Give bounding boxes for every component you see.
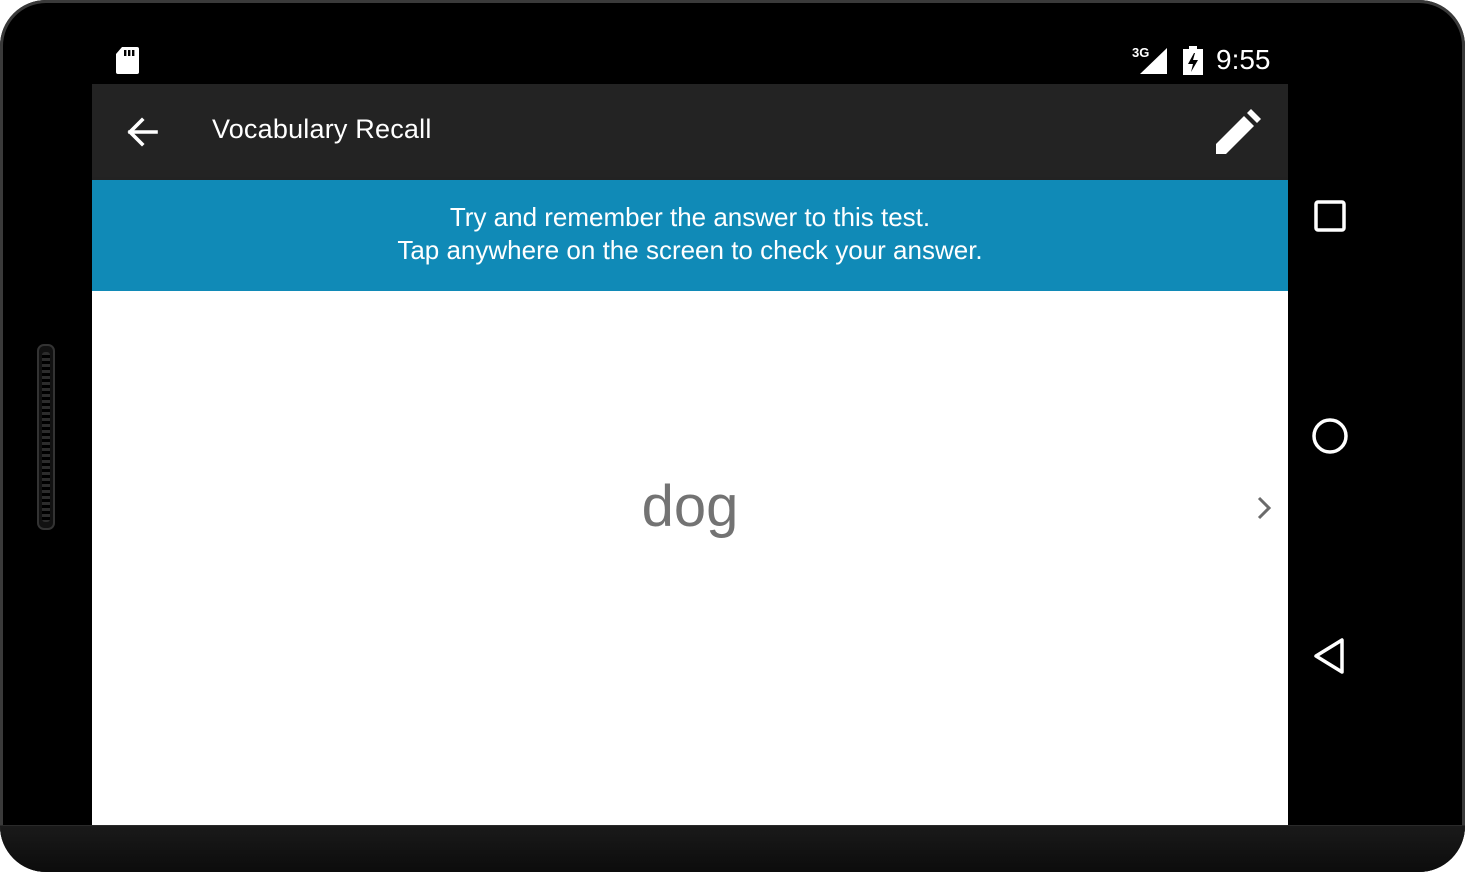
flashcard-word: dog	[641, 474, 739, 539]
navigation-bar	[1288, 84, 1372, 836]
hint-text-line1: Try and remember the answer to this test…	[449, 202, 931, 232]
flashcard-area[interactable]: dog	[92, 291, 1288, 836]
device-speaker-grille	[37, 344, 55, 530]
clock: 9:55	[1216, 44, 1271, 75]
page-title: Vocabulary Recall	[212, 114, 432, 144]
status-bar: 3G 9:55	[92, 36, 1288, 84]
home-circle-icon[interactable]	[1306, 412, 1354, 460]
screen: 3G 9:55 Vocabulary Recall Try and rememb…	[92, 36, 1288, 836]
arrow-back-icon[interactable]	[122, 112, 162, 152]
sd-card-icon	[116, 47, 139, 74]
app-bar: Vocabulary Recall	[92, 84, 1288, 180]
back-triangle-icon[interactable]	[1306, 632, 1354, 680]
recents-square-icon[interactable]	[1306, 192, 1354, 240]
hint-text-line2: Tap anywhere on the screen to check your…	[397, 235, 983, 265]
hint-banner: Try and remember the answer to this test…	[92, 180, 1288, 291]
pencil-icon[interactable]	[1210, 104, 1266, 160]
device-bottom-edge	[0, 825, 1465, 872]
battery-charging-icon	[1183, 46, 1203, 75]
signal-icon	[1140, 48, 1167, 74]
device-frame: 3G 9:55 Vocabulary Recall Try and rememb…	[0, 0, 1465, 872]
chevron-right-icon[interactable]	[1252, 493, 1276, 523]
